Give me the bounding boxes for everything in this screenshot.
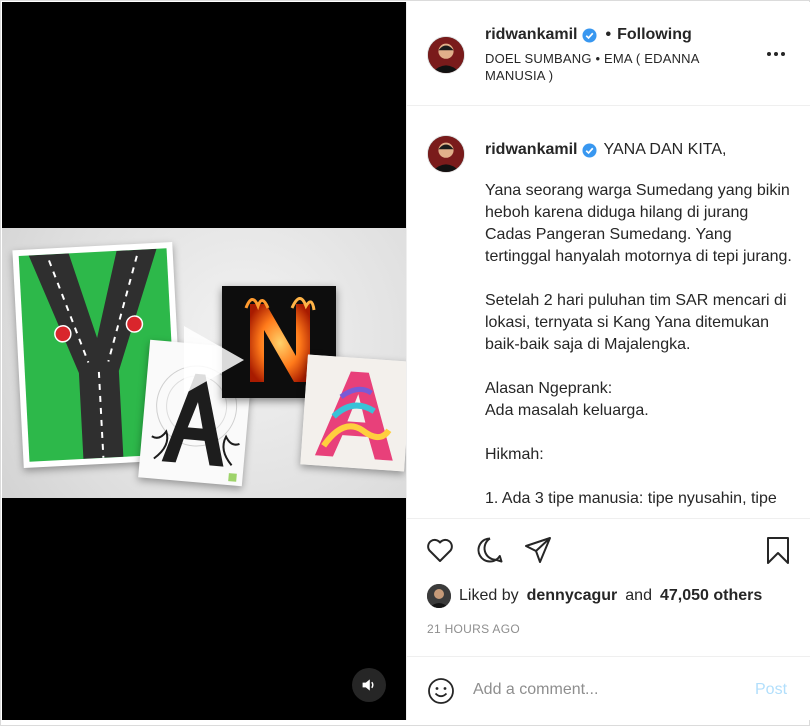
share-icon[interactable] [523, 535, 553, 565]
comment-icon[interactable] [475, 535, 505, 565]
liker-avatar[interactable] [427, 584, 451, 608]
likes-prefix: Liked by [459, 587, 519, 604]
caption-paragraph: Setelah 2 hari puluhan tim SAR mencari d… [485, 292, 787, 353]
post-sidebar: ridwankamil • Following DOEL SUMBANG • E… [406, 2, 810, 720]
emoji-icon[interactable] [427, 677, 455, 705]
caption-paragraph: Hikmah: [485, 446, 544, 463]
post-comment-button[interactable]: Post [755, 681, 787, 699]
header-title-line: ridwankamil • Following [485, 26, 692, 44]
comment-input[interactable] [473, 675, 723, 705]
media-pane[interactable] [2, 2, 406, 720]
caption-username-link[interactable]: ridwankamil [485, 139, 577, 161]
play-icon[interactable] [170, 320, 250, 400]
verified-badge-icon [582, 27, 598, 43]
comments-area[interactable]: ridwankamil YANA DAN KITA, Yana seorang … [407, 107, 810, 517]
letter-card-a-colorful [300, 354, 406, 472]
post-header: ridwankamil • Following DOEL SUMBANG • E… [407, 2, 810, 106]
post-modal: ridwankamil • Following DOEL SUMBANG • E… [0, 0, 810, 726]
likes-conjunction: and [625, 587, 652, 604]
bookmark-icon[interactable] [763, 535, 793, 565]
liker-username-link[interactable]: dennycagur [527, 587, 618, 605]
header-username-link[interactable]: ridwankamil [485, 26, 577, 44]
speaker-icon[interactable] [352, 668, 386, 702]
action-bar [407, 518, 810, 580]
profile-avatar[interactable] [427, 36, 465, 74]
audio-info-link[interactable]: DOEL SUMBANG • EMA ( EDANNA MANUSIA ) [485, 50, 735, 84]
following-button[interactable]: Following [617, 26, 692, 44]
heart-icon[interactable] [425, 535, 455, 565]
likes-summary: Liked by dennycagur and 47,050 others [427, 584, 762, 608]
verified-badge-icon [582, 142, 598, 158]
post-timestamp[interactable]: 21 HOURS AGO [427, 622, 520, 636]
more-options-icon[interactable] [763, 44, 789, 64]
caption-paragraph: Alasan Ngeprank: Ada masalah keluarga. [485, 380, 649, 419]
post-caption: ridwankamil YANA DAN KITA, Yana seorang … [485, 139, 793, 517]
comments-scrollbar[interactable] [805, 107, 810, 517]
caption-title: YANA DAN KITA, [603, 141, 727, 158]
likes-count-link[interactable]: 47,050 others [660, 587, 762, 605]
caption-avatar[interactable] [427, 135, 465, 173]
comment-bar: Post [407, 656, 810, 720]
header-separator: • [605, 26, 612, 43]
caption-paragraph: 1. Ada 3 tipe manusia: tipe nyusahin, ti… [485, 490, 777, 507]
caption-paragraph: Yana seorang warga Sumedang yang bikin h… [485, 182, 792, 265]
video-frame[interactable] [2, 228, 406, 498]
